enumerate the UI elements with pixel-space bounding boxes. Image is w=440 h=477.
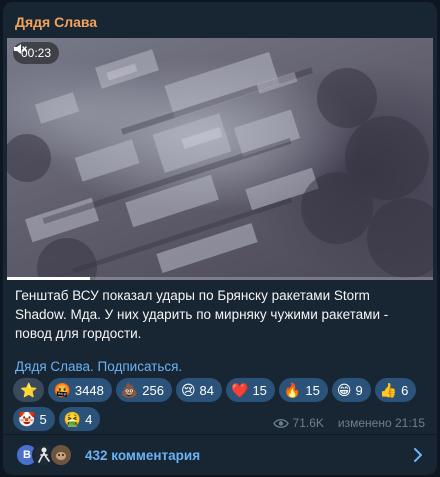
- video-time-badge[interactable]: 00:23: [13, 42, 60, 64]
- reaction-pill[interactable]: 😁 9: [331, 378, 371, 402]
- reaction-emoji: ⭐: [20, 382, 38, 398]
- reaction-count: 15: [305, 382, 320, 398]
- video-progress-bar[interactable]: [7, 277, 433, 280]
- reaction-emoji: 🔥: [283, 382, 302, 398]
- views-count: 71.6K: [292, 416, 324, 430]
- post-meta: 71.6K изменено 21:15: [272, 416, 425, 430]
- reaction-pill[interactable]: 🔥 15: [278, 378, 328, 402]
- animal-avatar-icon: [56, 452, 66, 460]
- reaction-pill[interactable]: 💩 256: [115, 378, 172, 402]
- reaction-emoji: ❤️: [231, 382, 249, 398]
- reaction-count: 6: [401, 382, 409, 398]
- commenter-avatars: B: [15, 443, 73, 467]
- reaction-count: 4: [85, 411, 93, 427]
- video-progress-fill: [7, 277, 91, 280]
- reaction-count: 9: [355, 382, 363, 398]
- reaction-count: 15: [252, 382, 267, 398]
- reaction-emoji: 😢: [180, 382, 196, 398]
- eye-icon: [272, 418, 289, 428]
- comments-button[interactable]: B 432 комментария: [3, 435, 437, 475]
- speaker-muted-icon[interactable]: [13, 42, 27, 56]
- reaction-pill[interactable]: 🤬 3448: [48, 378, 112, 402]
- reaction-pill[interactable]: 😢 84: [175, 378, 223, 402]
- comments-count-label[interactable]: 432 комментария: [85, 448, 200, 463]
- channel-name[interactable]: Дядя Слава: [15, 14, 97, 30]
- avatar: [49, 443, 73, 467]
- reaction-count: 5: [39, 411, 47, 427]
- reaction-pill[interactable]: 🤡 5: [13, 407, 55, 431]
- reaction-emoji: 🤬: [53, 382, 71, 398]
- reaction-emoji: 👍: [379, 382, 398, 398]
- edited-label: изменено 21:15: [337, 416, 425, 430]
- reaction-emoji: 🤡: [18, 411, 36, 427]
- reaction-pill[interactable]: 🤮 4: [58, 407, 101, 431]
- subscribe-link[interactable]: Дядя Слава. Подписаться.: [15, 359, 182, 374]
- reaction-pill[interactable]: ⭐: [13, 378, 45, 402]
- chevron-right-icon[interactable]: [413, 448, 423, 462]
- reaction-count: 84: [199, 382, 215, 398]
- reaction-emoji: 😁: [336, 382, 352, 398]
- video-player[interactable]: 00:23: [7, 38, 433, 280]
- reaction-pill[interactable]: ❤️ 15: [226, 378, 275, 402]
- video-frame-aerial-city: [7, 49, 433, 280]
- reaction-count: 256: [142, 382, 164, 398]
- reaction-emoji: 🤮: [63, 411, 82, 427]
- reaction-pill[interactable]: 👍 6: [374, 378, 417, 402]
- reaction-count: 3448: [74, 382, 104, 398]
- channel-post: Дядя Слава 00:23 Генштаб ВСУ показал уда…: [3, 2, 437, 475]
- reaction-emoji: 💩: [120, 382, 139, 398]
- post-text: Генштаб ВСУ показал удары по Брянску рак…: [15, 288, 389, 341]
